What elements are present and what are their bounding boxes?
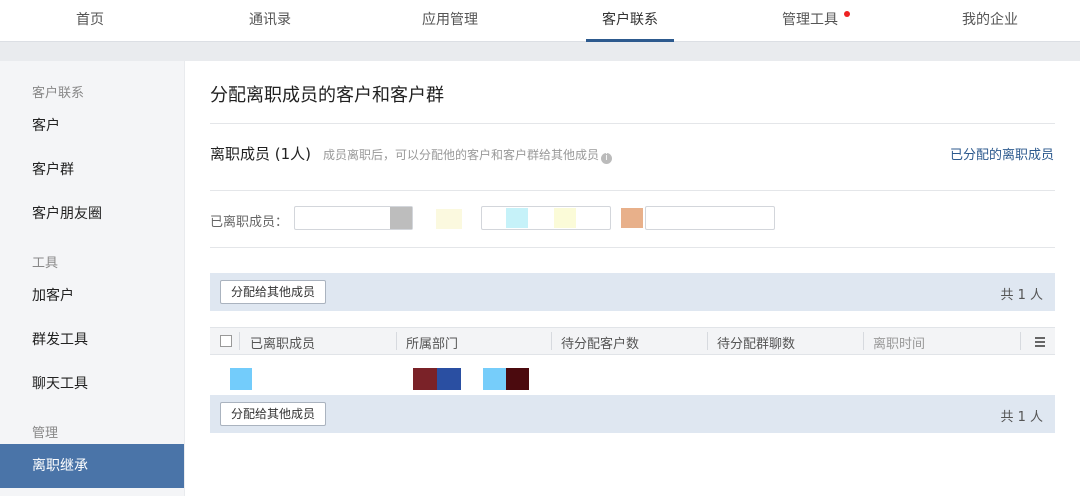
date-filter-input[interactable] xyxy=(481,206,611,230)
sidebar-item-customers[interactable]: 客户 xyxy=(0,104,184,148)
second-date-filter-input[interactable] xyxy=(645,206,775,230)
assign-to-others-button-bottom[interactable]: 分配给其他成员 xyxy=(220,402,327,426)
column-separator xyxy=(551,332,552,350)
sidebar-section-customer: 客户联系 xyxy=(32,86,85,101)
column-header-pending-customers[interactable]: 待分配客户数 xyxy=(561,333,639,352)
redacted-block xyxy=(506,208,528,228)
sidebar-section-manage: 管理 xyxy=(32,426,59,441)
nav-contacts[interactable]: 通讯录 xyxy=(180,0,360,42)
redacted-block xyxy=(483,368,506,390)
info-icon[interactable]: i xyxy=(601,153,613,164)
redacted-block xyxy=(390,207,412,229)
main-panel: 分配离职成员的客户和客户群 离职成员 (1人) 成员离职后，可以分配他的客户和客… xyxy=(185,61,1080,496)
column-separator xyxy=(1020,332,1021,350)
select-all-checkbox[interactable] xyxy=(220,335,232,347)
column-header-resigned-member[interactable]: 已离职成员 xyxy=(250,333,315,352)
redacted-block xyxy=(437,368,461,390)
member-filter-input[interactable] xyxy=(294,206,413,230)
filter-label: 已离职成员： xyxy=(210,215,289,230)
sidebar-item-customer-moments[interactable]: 客户朋友圈 xyxy=(0,192,184,236)
sidebar-item-resigned-inheritance[interactable]: 离职继承 xyxy=(0,444,184,488)
table-toolbar-top: 分配给其他成员 共 1 人 xyxy=(210,273,1055,311)
resigned-members-description: 成员离职后，可以分配他的客户和客户群给其他成员 i xyxy=(323,146,613,164)
sidebar-item-mass-message[interactable]: 群发工具 xyxy=(0,318,184,362)
sidebar-section-tools: 工具 xyxy=(32,256,59,271)
nav-app-management[interactable]: 应用管理 xyxy=(360,0,540,42)
column-header-pending-groups[interactable]: 待分配群聊数 xyxy=(717,333,795,352)
total-count: 共 1 人 xyxy=(1000,288,1043,303)
column-settings-icon[interactable] xyxy=(1035,337,1047,349)
resigned-members-heading: 离职成员 (1人) xyxy=(210,145,312,163)
redacted-block xyxy=(554,208,576,228)
assign-to-others-button[interactable]: 分配给其他成员 xyxy=(220,280,327,304)
column-separator xyxy=(707,332,708,350)
total-count-bottom: 共 1 人 xyxy=(1000,410,1043,425)
nav-management-tools[interactable]: 管理工具 xyxy=(720,0,900,42)
sidebar-item-add-customer[interactable]: 加客户 xyxy=(0,274,184,318)
divider xyxy=(210,123,1055,124)
assigned-members-link[interactable]: 已分配的离职成员 xyxy=(950,144,1054,163)
column-separator xyxy=(396,332,397,350)
description-text: 成员离职后，可以分配他的客户和客户群给其他成员 xyxy=(323,148,600,162)
divider xyxy=(210,247,1055,248)
divider xyxy=(210,190,1055,191)
redacted-block xyxy=(436,209,462,229)
redacted-block xyxy=(506,368,529,390)
redacted-avatar xyxy=(230,368,252,390)
table-toolbar-bottom: 分配给其他成员 共 1 人 xyxy=(210,395,1055,433)
top-nav: 首页 通讯录 应用管理 客户联系 管理工具 我的企业 xyxy=(0,0,1080,42)
redacted-block xyxy=(413,368,437,390)
column-header-resign-time[interactable]: 离职时间 xyxy=(873,333,925,352)
notification-dot-icon xyxy=(844,11,850,17)
column-header-department[interactable]: 所属部门 xyxy=(406,333,458,352)
nav-management-tools-label: 管理工具 xyxy=(782,12,838,28)
sidebar-item-chat-tools[interactable]: 聊天工具 xyxy=(0,362,184,406)
nav-customer-contact[interactable]: 客户联系 xyxy=(540,0,720,42)
nav-my-enterprise[interactable]: 我的企业 xyxy=(900,0,1080,42)
table-header: 已离职成员 所属部门 待分配客户数 待分配群聊数 离职时间 xyxy=(210,327,1055,355)
column-separator xyxy=(863,332,864,350)
column-separator xyxy=(239,332,240,350)
page-title: 分配离职成员的客户和客户群 xyxy=(210,85,444,106)
sidebar: 客户联系 客户 客户群 客户朋友圈 工具 加客户 群发工具 聊天工具 管理 离职… xyxy=(0,61,184,496)
nav-home[interactable]: 首页 xyxy=(0,0,180,42)
redacted-block xyxy=(621,208,643,228)
sidebar-item-customer-groups[interactable]: 客户群 xyxy=(0,148,184,192)
